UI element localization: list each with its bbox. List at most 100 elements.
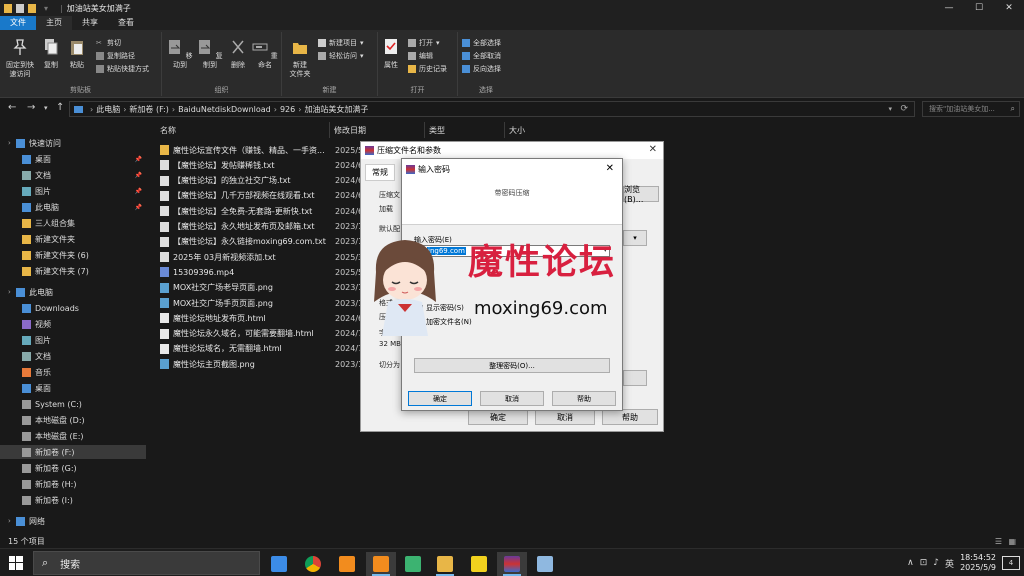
sidebar-item[interactable]: 文档 — [0, 349, 146, 363]
taskbar-file-explorer[interactable] — [430, 552, 460, 576]
back-arrow-icon[interactable]: ← — [8, 102, 16, 113]
breadcrumb-current[interactable]: 加油站美女加满子 — [304, 104, 368, 115]
tab-view[interactable]: 查看 — [108, 16, 144, 30]
new-folder-button[interactable]: 新建 文件夹 — [286, 38, 314, 79]
easy-access-button[interactable]: 轻松访问 ▾ — [318, 51, 364, 61]
search-input[interactable]: 搜索"加油站美女加... ⌕ — [922, 101, 1020, 117]
copy-button[interactable]: 复制 — [40, 38, 62, 70]
close-button[interactable]: ✕ — [994, 0, 1024, 16]
file-row[interactable]: 【魔性论坛】几千万部视频在线观看.txt — [160, 189, 315, 203]
refresh-icon[interactable]: ⟳ — [900, 104, 908, 114]
sidebar-item[interactable]: 新加卷 (I:) — [0, 493, 146, 507]
copy-path-button[interactable]: 复制路径 — [96, 51, 135, 61]
archive-cancel-button[interactable]: 取消 — [535, 409, 595, 425]
sidebar-item[interactable]: 本地磁盘 (D:) — [0, 413, 146, 427]
details-view-icon[interactable]: ☰ — [995, 537, 1002, 546]
network-icon[interactable]: ⊡ — [920, 558, 928, 568]
archive-help-button[interactable]: 帮助 — [602, 409, 658, 425]
split-size-field[interactable] — [623, 370, 647, 386]
ime-indicator[interactable]: 英 — [945, 557, 954, 570]
sidebar-item[interactable]: 新建文件夹 (6) — [0, 248, 146, 262]
format-dropdown-icon[interactable]: ▾ — [623, 230, 647, 246]
column-header-type[interactable]: 类型 — [425, 122, 505, 138]
sidebar-item[interactable]: › 网络 — [0, 514, 146, 528]
file-row[interactable]: 魔性论坛域名，无需翻墙.html — [160, 342, 282, 356]
file-row[interactable]: MOX社交广场老导页面.png — [160, 281, 273, 295]
breadcrumb-baidu[interactable]: BaiduNetdiskDownload — [178, 105, 271, 114]
select-all-button[interactable]: 全部选择 — [462, 38, 501, 48]
taskbar-app-orange[interactable] — [366, 552, 396, 576]
delete-button[interactable]: 删除 — [228, 38, 248, 70]
sidebar-item[interactable]: System (C:) — [0, 397, 146, 411]
password-ok-button[interactable]: 确定 — [408, 391, 472, 406]
file-row[interactable]: MOX社交广场手页页面.png — [160, 296, 273, 310]
sidebar-item[interactable]: 新加卷 (F:) — [0, 445, 146, 459]
file-row[interactable]: 【魔性论坛】全免费-无套路-更新快.txt — [160, 204, 312, 218]
sidebar-item[interactable]: 本地磁盘 (E:) — [0, 429, 146, 443]
sidebar-item[interactable]: › 此电脑 — [0, 285, 146, 299]
taskbar-app-yellow[interactable] — [464, 552, 494, 576]
sidebar-item[interactable]: 新建文件夹 (7) — [0, 264, 146, 278]
taskbar-app-green[interactable] — [398, 552, 428, 576]
open-button[interactable]: 打开 ▾ — [408, 38, 440, 48]
notification-center-icon[interactable]: 4 — [1002, 556, 1020, 570]
column-header-name[interactable]: 名称 — [156, 122, 330, 138]
sidebar-item[interactable]: Downloads — [0, 301, 146, 315]
sidebar-item[interactable]: 音乐 — [0, 365, 146, 379]
properties-quick-icon[interactable] — [16, 3, 24, 13]
file-row[interactable]: 2025年 03月新视频添加.txt — [160, 250, 276, 264]
taskbar-winrar[interactable] — [497, 552, 527, 576]
chevron-right-icon[interactable]: › — [8, 139, 16, 147]
archive-dialog-close-icon[interactable]: ✕ — [649, 144, 657, 155]
breadcrumb-926[interactable]: 926 — [280, 105, 295, 114]
file-row[interactable]: 魔性论坛地址发布页.html — [160, 311, 266, 325]
sidebar-item[interactable]: 文档 📌 — [0, 168, 146, 182]
taskbar-app-1[interactable] — [264, 552, 294, 576]
file-row[interactable]: 魔性论坛主页截图.png — [160, 357, 255, 371]
file-row[interactable]: 【魔性论坛】永久地址发布页及邮箱.txt — [160, 220, 315, 234]
file-row[interactable]: 15309396.mp4 — [160, 265, 234, 279]
pin-quick-access-button[interactable]: 固定到快 速访问 — [4, 38, 36, 79]
chevron-right-icon[interactable]: › — [8, 517, 16, 525]
file-row[interactable]: 【魔性论坛】永久链接moxing69.com.txt — [160, 235, 326, 249]
file-row[interactable]: 【魔性论坛】发帖赚稀钱.txt — [160, 158, 275, 172]
archive-ok-button[interactable]: 确定 — [468, 409, 528, 425]
password-history-dropdown-icon[interactable]: ▾ — [603, 246, 607, 254]
paste-button[interactable]: 粘贴 — [66, 38, 88, 70]
windows-start-icon[interactable] — [9, 556, 23, 570]
cut-button[interactable]: ✂ 剪切 — [96, 38, 121, 48]
select-none-button[interactable]: 全部取消 — [462, 51, 501, 61]
sidebar-item[interactable]: 新建文件夹 — [0, 232, 146, 246]
taskbar-search[interactable]: ⌕ 搜索 — [33, 551, 260, 575]
file-row[interactable]: 魔性论坛永久域名，可能需要翻墙.html — [160, 327, 314, 341]
tab-home[interactable]: 主页 — [36, 16, 72, 30]
breadcrumb-drive[interactable]: 新加卷 (F:) — [129, 104, 168, 115]
copy-to-button[interactable]: 复制到 — [196, 38, 224, 70]
properties-button[interactable]: 属性 — [380, 38, 402, 70]
invert-selection-button[interactable]: 反向选择 — [462, 64, 501, 74]
tray-overflow-icon[interactable]: ∧ — [907, 558, 914, 568]
sidebar-item[interactable]: 桌面 📌 — [0, 152, 146, 166]
sidebar-item[interactable]: 桌面 — [0, 381, 146, 395]
file-row[interactable]: 魔性论坛宣传文件（赚钱、精品、一手资... — [160, 143, 325, 157]
maximize-button[interactable]: ☐ — [964, 0, 994, 16]
column-header-date[interactable]: 修改日期 — [330, 122, 425, 138]
new-folder-quick-icon[interactable] — [28, 3, 36, 13]
password-input[interactable]: ing69.com ▾ — [414, 245, 610, 257]
minimize-button[interactable]: — — [934, 0, 964, 16]
tab-general[interactable]: 常规 — [365, 164, 395, 181]
rename-button[interactable]: 重命名 — [252, 38, 278, 70]
breadcrumb-pc[interactable]: 此电脑 — [96, 104, 120, 115]
clock[interactable]: 18:54:52 2025/5/9 — [960, 553, 996, 573]
recent-locations-chevron-icon[interactable]: ▾ — [44, 104, 48, 112]
taskbar-app-notes[interactable] — [530, 552, 560, 576]
up-arrow-icon[interactable]: ↑ — [56, 102, 64, 113]
password-dialog-close-icon[interactable]: ✕ — [606, 163, 614, 174]
password-cancel-button[interactable]: 取消 — [480, 391, 544, 406]
sidebar-item[interactable]: 图片 📌 — [0, 184, 146, 198]
paste-shortcut-button[interactable]: 粘贴快捷方式 — [96, 64, 149, 74]
browse-button[interactable]: 浏览(B)... — [623, 185, 659, 204]
chevron-right-icon[interactable]: › — [8, 288, 16, 296]
encrypt-names-checkbox[interactable]: 加密文件名(N) — [416, 317, 472, 327]
sidebar-item[interactable]: 三人组合集 — [0, 216, 146, 230]
